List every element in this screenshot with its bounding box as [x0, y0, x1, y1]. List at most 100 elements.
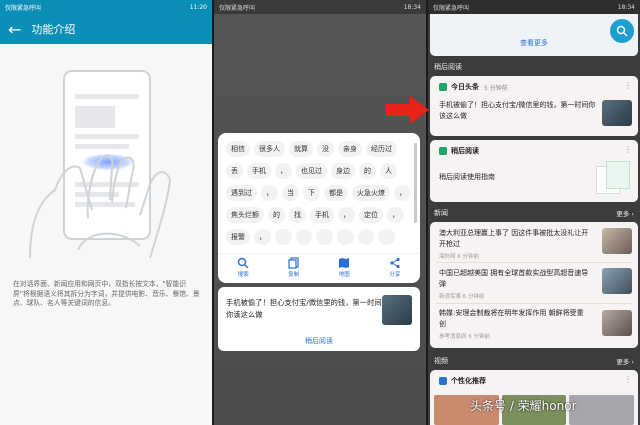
word-chip[interactable]: 遇到过 [226, 185, 257, 201]
video-more-link[interactable]: 更多 › [616, 356, 634, 366]
card-source: 个性化推荐 [439, 376, 486, 386]
word-chip[interactable]: 的 [268, 207, 285, 223]
map-action[interactable]: 地图 [338, 257, 350, 281]
word-chip[interactable]: 的 [359, 163, 376, 179]
search-icon [238, 257, 249, 269]
status-bar: 仅限紧急呼叫 18:34 [214, 0, 426, 14]
back-arrow-icon[interactable]: ← [8, 20, 21, 39]
word-chip[interactable] [378, 229, 396, 245]
map-icon [339, 258, 350, 268]
word-chip[interactable]: 都是 [324, 185, 348, 201]
word-chip[interactable] [295, 229, 313, 245]
news-item-thumbnail [602, 310, 632, 336]
word-chip[interactable]: 手机 [247, 163, 271, 179]
word-chip[interactable]: ， [394, 185, 411, 201]
word-chip[interactable]: 很多人 [254, 141, 285, 157]
word-chip[interactable]: 丢 [226, 163, 243, 179]
page-title: 功能介绍 [31, 23, 76, 36]
news-item-meta: 参考消息网 6 分钟前 [439, 334, 490, 340]
word-chip[interactable]: 焦头烂额 [226, 207, 264, 223]
card-title: 手机被偷了！担心支付宝/微信里的钱，第一时间你该这么做 [439, 101, 596, 120]
see-more-link[interactable]: 查看更多 [430, 38, 638, 48]
news-more-link[interactable]: 更多 › [616, 208, 634, 218]
copy-label: 复制 [288, 272, 300, 278]
action-bar: 搜索 复制 地图 分享 [218, 253, 420, 281]
word-chip[interactable]: 经历过 [366, 141, 397, 157]
app-header: ← 功能介绍 [0, 14, 212, 44]
word-chip[interactable]: 手机 [310, 207, 334, 223]
section-news: 新闻 [434, 209, 448, 217]
map-label: 地图 [338, 272, 350, 278]
copy-action[interactable]: 复制 [288, 257, 300, 281]
word-chip[interactable]: ， [338, 207, 355, 223]
watermark-text: 头条号 / 荣耀honor [470, 399, 577, 413]
word-chip[interactable]: 报警 [226, 229, 250, 245]
negative-screen-panel: 仅限紧急呼叫 18:34 查看更多 稍后阅读 今日头条 5 分钟前 ⋮ 手机被偷… [428, 0, 640, 425]
status-time: 18:34 [617, 3, 635, 11]
news-item-thumbnail [602, 268, 632, 294]
word-chip[interactable] [275, 229, 292, 245]
more-options-icon[interactable]: ⋮ [624, 145, 632, 154]
source-icon [439, 83, 447, 91]
word-chip[interactable]: ， [387, 207, 404, 223]
word-chip[interactable]: 也见过 [296, 163, 327, 179]
more-options-icon[interactable]: ⋮ [624, 375, 632, 384]
function-intro-panel: 仅限紧急呼叫 11:20 ← 功能介绍 在对话界面、新闻应用和网页中，双指长按文… [0, 0, 212, 425]
read-later-button[interactable]: 稍后阅读 [218, 336, 420, 346]
top-notification-card: 查看更多 [430, 14, 638, 56]
video-thumbnail[interactable] [569, 395, 635, 425]
word-chip[interactable]: 就算 [289, 141, 313, 157]
word-chip[interactable]: ， [261, 185, 278, 201]
word-chip[interactable]: 身边 [331, 163, 355, 179]
word-chip[interactable]: 亲身 [338, 141, 362, 157]
guide-card[interactable]: 稍后阅读 ⋮ 稍后阅读使用指南 [430, 140, 638, 202]
status-time: 18:34 [403, 3, 421, 11]
hand-icon [29, 154, 172, 259]
news-item-title: 澳大利亚总理赢上事了 因这件事被批太没礼让开开枪过 [439, 229, 589, 248]
section-video: 视频 [434, 357, 448, 365]
word-chip[interactable]: ， [254, 229, 271, 245]
video-card-title: 个性化推荐 [451, 377, 486, 385]
video-icon [439, 377, 447, 385]
word-chip[interactable] [337, 229, 354, 245]
search-fab[interactable] [610, 19, 634, 43]
share-action[interactable]: 分享 [389, 257, 401, 281]
card-source: 今日头条 5 分钟前 [439, 82, 508, 92]
share-icon [390, 257, 400, 269]
word-chip[interactable] [357, 229, 375, 245]
word-split-card: 相信 很多人 就算没亲身 经历过丢手机，也见过 身边的人遇到过，当下都是 火急火燎，焦头烂… [218, 133, 420, 283]
word-chip[interactable]: 下 [303, 185, 320, 201]
source-time: 5 分钟前 [484, 84, 508, 92]
word-chip[interactable]: 没 [317, 141, 334, 157]
source-name: 今日头条 [451, 83, 479, 91]
news-item-thumbnail [602, 228, 632, 254]
smart-screen-panel: 仅限紧急呼叫 18:34 相信 很多人 就算没亲身 经历过丢手机，也见过 身边的人遇到过… [214, 0, 426, 425]
news-item-meta: 新浪军事 6 分钟前 [439, 294, 485, 300]
word-chip[interactable]: 定位 [359, 207, 383, 223]
news-title: 手机被偷了！担心支付宝/微信里的钱，第一时间你该这么做 [226, 298, 382, 319]
red-arrow-icon [386, 96, 429, 124]
status-time: 11:20 [189, 3, 207, 11]
section-read-later: 稍后阅读 [434, 63, 462, 71]
more-options-icon[interactable]: ⋮ [624, 81, 632, 90]
word-chip[interactable]: 火急火燎 [352, 185, 390, 201]
gesture-illustration [0, 50, 212, 260]
card-heading: 稍后阅读 [451, 147, 479, 155]
word-chip[interactable]: ， [275, 163, 292, 179]
news-item-meta: 海外网 6 分钟前 [439, 254, 479, 260]
feature-description: 在对话界面、新闻应用和网页中，双指长按文本，"智能识屏"将根据语义将其拆分为字词… [13, 280, 200, 307]
read-later-card[interactable]: 今日头条 5 分钟前 ⋮ 手机被偷了！担心支付宝/微信里的钱，第一时间你该这么做 [430, 76, 638, 136]
screenshot-root: 仅限紧急呼叫 11:20 ← 功能介绍 在对话界面、新闻应用和网页中，双指长按文… [0, 0, 640, 425]
guide-title: 稍后阅读使用指南 [439, 173, 495, 181]
word-chip[interactable] [316, 229, 334, 245]
news-thumbnail [382, 295, 412, 325]
word-chip-list: 相信 很多人 就算没亲身 经历过丢手机，也见过 身边的人遇到过，当下都是 火急火燎，焦头烂… [226, 141, 414, 247]
word-chip[interactable]: 人 [380, 163, 397, 179]
word-chip[interactable]: 找 [289, 207, 306, 223]
word-chip[interactable]: 当 [282, 185, 299, 201]
scrollbar[interactable] [414, 143, 417, 223]
news-preview-card[interactable]: 手机被偷了！担心支付宝/微信里的钱，第一时间你该这么做 稍后阅读 [218, 287, 420, 351]
search-action[interactable]: 搜索 [237, 257, 249, 281]
word-chip[interactable]: 相信 [226, 141, 250, 157]
news-item-title: 韩媒:安理会制裁将在明年发挥作用 朝鲜将受重创 [439, 309, 584, 328]
